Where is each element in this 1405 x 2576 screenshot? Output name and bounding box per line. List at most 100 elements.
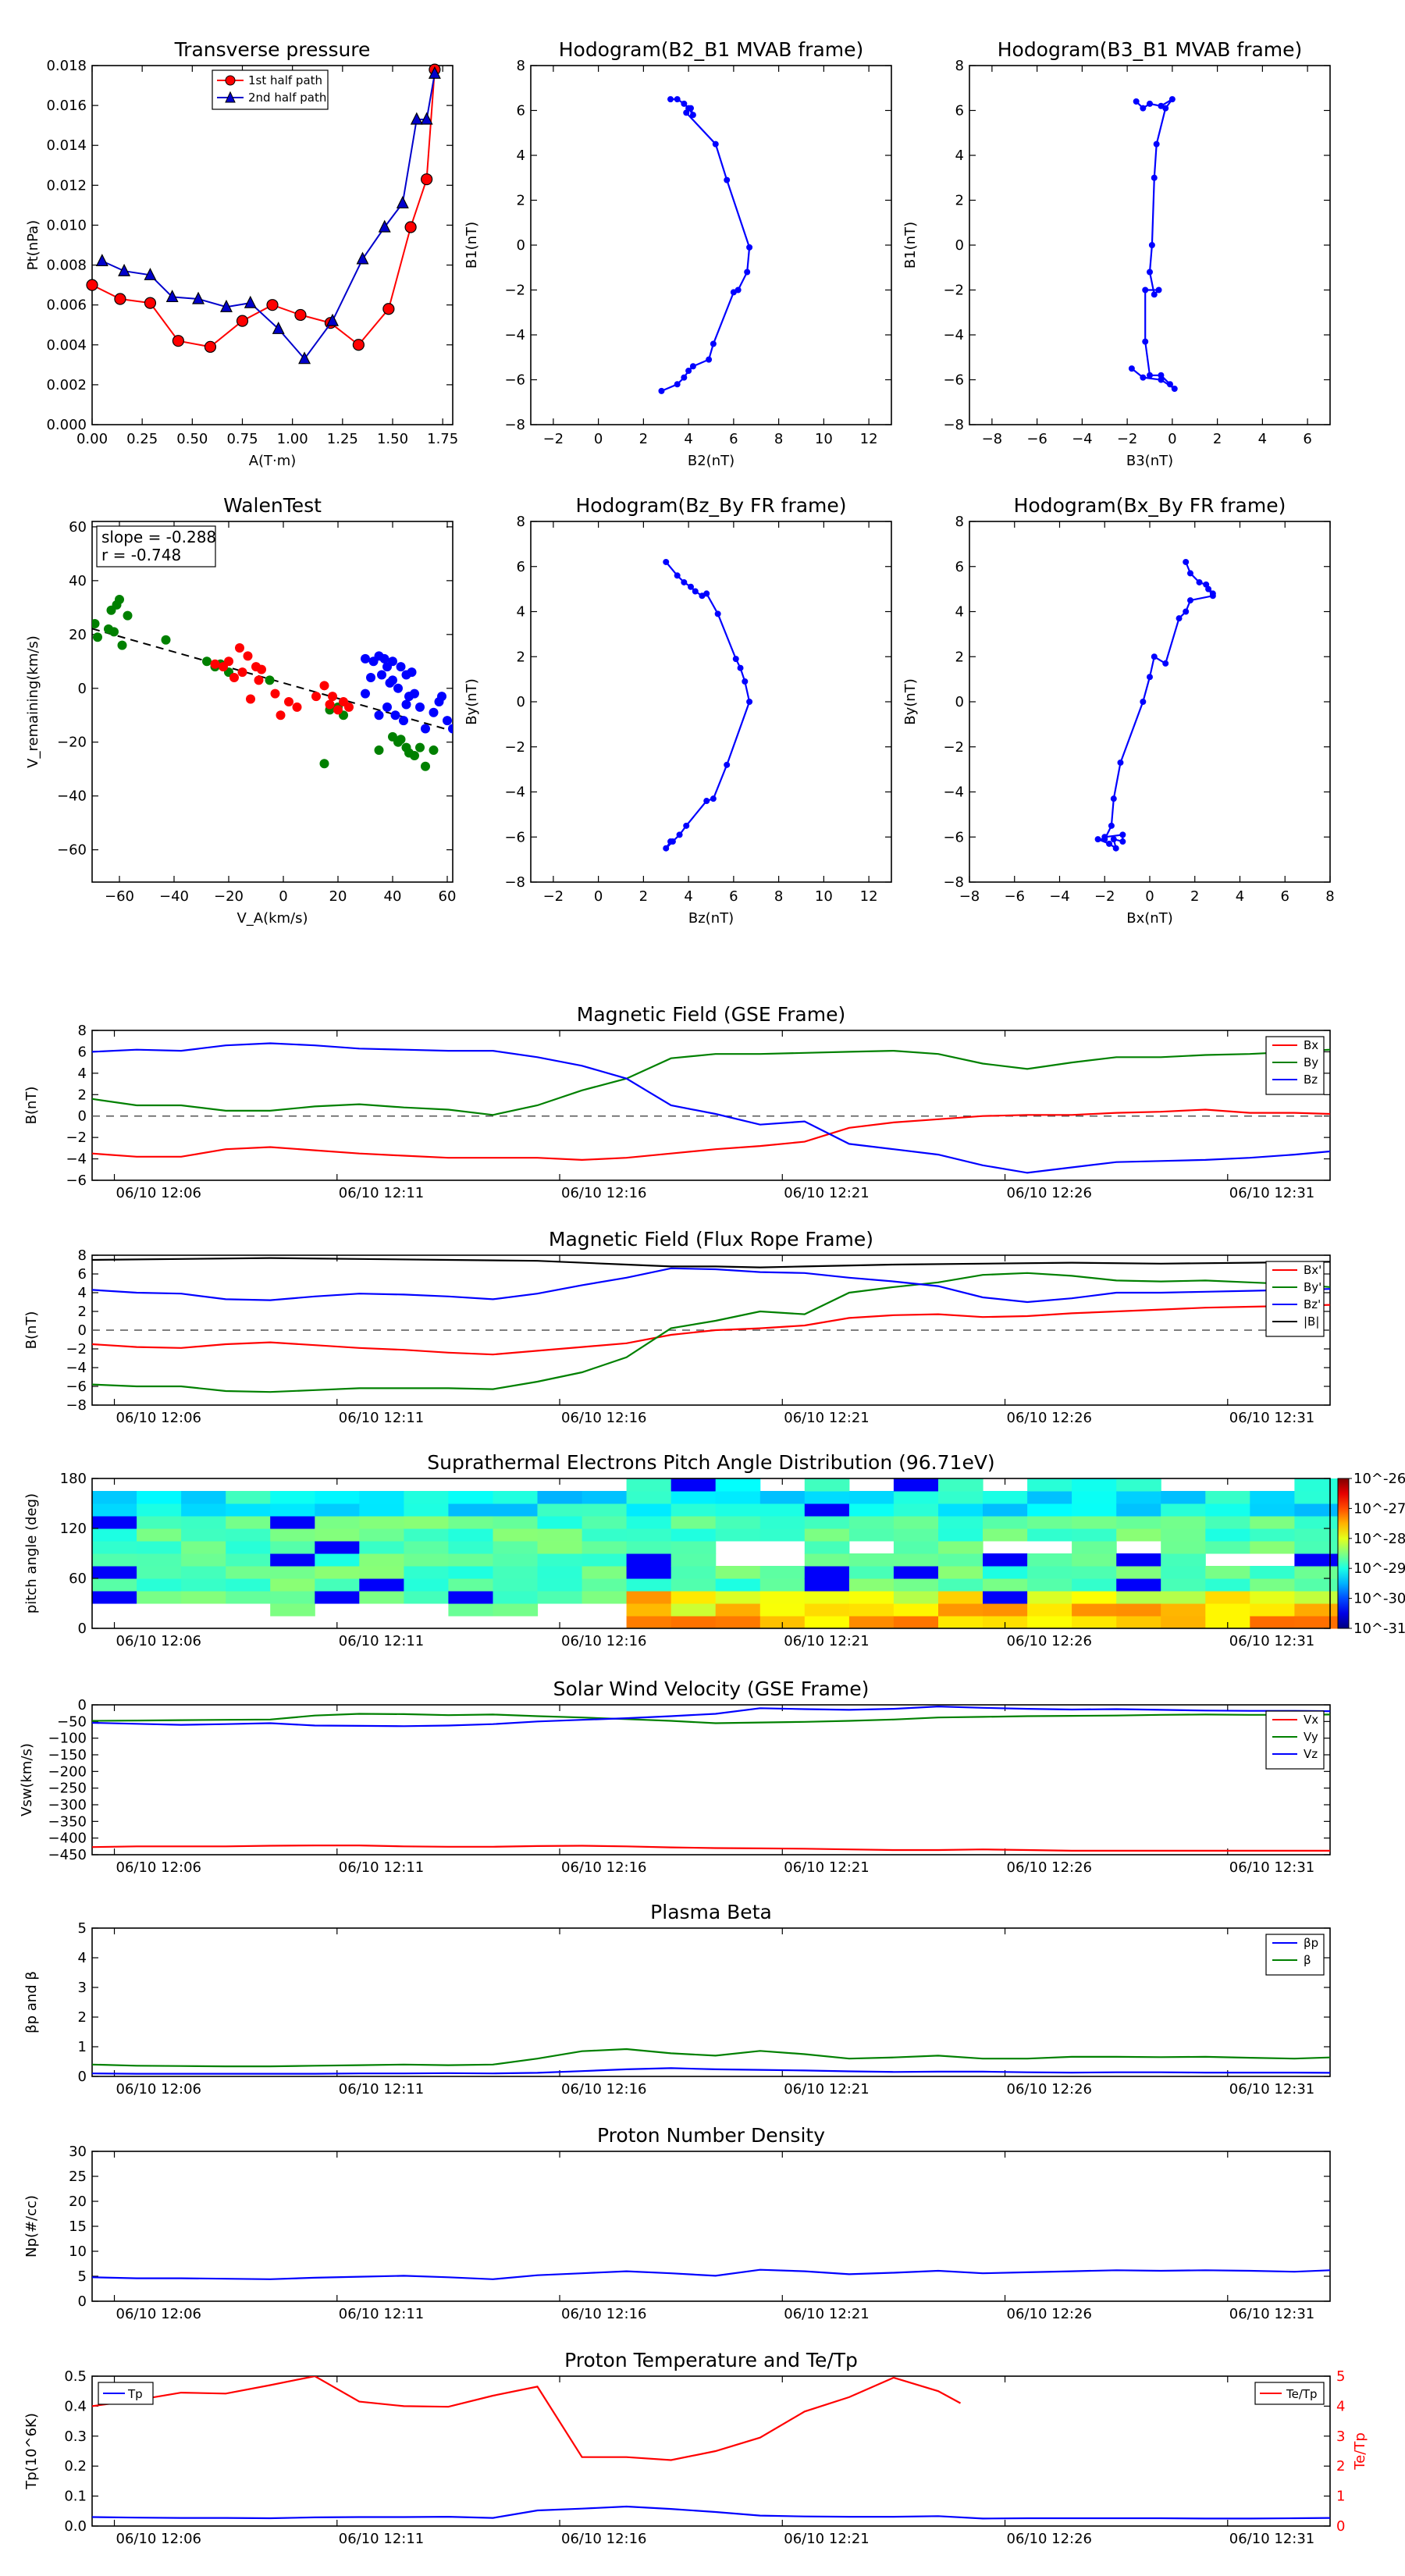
data-point-0-0-0 [86, 279, 98, 291]
heatmap-cell-18-7 [893, 1528, 939, 1542]
y-tick-label-8-1: 60 [69, 1571, 87, 1587]
colorbar-tick-2: 10^-28 [1353, 1531, 1405, 1547]
heatmap-cell-7-5 [404, 1553, 449, 1567]
y-tick-label-11-1: 5 [78, 2268, 87, 2285]
data-point-5-0-20 [1112, 845, 1119, 852]
x-tick-label-2-4: 0 [1168, 431, 1176, 447]
heatmap-cell-13-3 [670, 1578, 717, 1592]
heatmap-cell-18-10 [893, 1491, 939, 1504]
heatmap-cell-18-4 [893, 1566, 939, 1579]
heatmap-cell-6-5 [359, 1553, 404, 1567]
heatmap-cell-24-8 [1161, 1516, 1206, 1529]
scatter-point-0-8 [123, 610, 133, 621]
chart-title-10: Plasma Beta [650, 1901, 772, 1923]
heatmap-cell-24-5 [1161, 1553, 1206, 1567]
x-tick-label-1-0: −2 [543, 431, 564, 447]
heatmap-cell-2-9 [181, 1503, 226, 1517]
heatmap-cell-16-6 [804, 1541, 850, 1554]
data-point-4-0-0 [663, 558, 670, 565]
heatmap-cell-10-10 [537, 1491, 583, 1504]
data-point-2-0-20 [1128, 365, 1135, 372]
x-tick-label-2-1: −6 [1026, 431, 1048, 447]
data-point-2-0-6 [1153, 141, 1160, 148]
y-tick-label-7-4: 0 [78, 1322, 87, 1339]
scatter-point-1-15 [311, 692, 321, 702]
data-point-4-0-1 [674, 572, 681, 579]
heatmap-cell-21-9 [1027, 1503, 1072, 1517]
heatmap-cell-22-8 [1072, 1516, 1117, 1529]
y-tick-label-0-7: 0.014 [46, 137, 87, 154]
heatmap-cell-0-4 [92, 1566, 137, 1579]
chart-title-5: Hodogram(Bx_By FR frame) [1014, 494, 1286, 517]
x-tick-label-5-7: 6 [1281, 888, 1289, 905]
x-tick-label-12-0: 06/10 12:06 [116, 2531, 201, 2547]
y-tick-label-10-5: 5 [78, 1920, 87, 1937]
heatmap-cell-18-6 [893, 1541, 939, 1554]
heatmap-cell-27-4 [1294, 1566, 1339, 1579]
heatmap-cell-24-4 [1161, 1566, 1206, 1579]
heatmap-cell-8-1 [448, 1603, 493, 1617]
data-point-1-0-4 [689, 112, 696, 119]
x-axis-label-5: Bx(nT) [1126, 910, 1172, 927]
series-line-9-0 [92, 1845, 1330, 1852]
scatter-point-0-7 [109, 627, 119, 637]
x-tick-label-5-3: −2 [1094, 888, 1115, 905]
heatmap-cell-18-5 [893, 1553, 939, 1567]
y-tick-label-4-2: −4 [504, 785, 525, 801]
heatmap-cell-16-3 [804, 1578, 850, 1592]
data-point-2-0-8 [1148, 242, 1155, 248]
chart-hodogram-4: Hodogram(Bz_By FR frame) −2 0 2 4 6 8 10 12 −8 −6 −… [464, 494, 892, 927]
heatmap-cell-8-6 [448, 1541, 493, 1554]
scatter-point-2-11 [396, 662, 406, 672]
y-tick-label-10-1: 1 [78, 2039, 87, 2055]
heatmap-cell-14-1 [715, 1603, 761, 1617]
data-point-1-0-18 [674, 381, 681, 388]
y-tick-label-12-3: 0.3 [64, 2428, 87, 2445]
y-tick-label-10-2: 2 [78, 2009, 87, 2026]
chart-walen-test: WalenTest −60 −40 −20 0 20 40 60 −60 −40 −20 0 20 40 6… [25, 494, 456, 927]
heatmap-cell-2-8 [181, 1516, 226, 1529]
x-tick-label-4-1: 0 [594, 888, 603, 905]
y-tick-label-7-1: −6 [66, 1379, 87, 1395]
y-tick-label-6-5: 4 [78, 1066, 87, 1082]
data-point-0-0-6 [266, 299, 279, 311]
y2-tick-label-2: 2 [1336, 2458, 1345, 2475]
colorbar [1337, 1478, 1350, 1629]
data-point-5-0-19 [1106, 840, 1113, 847]
heatmap-cell-19-5 [938, 1553, 984, 1567]
heatmap-cell-11-4 [582, 1566, 628, 1579]
y-tick-label-5-2: −4 [943, 785, 964, 801]
annotation-text-0: slope = -0.288 [101, 528, 216, 546]
heatmap-cell-22-0 [1072, 1616, 1117, 1629]
data-point-2-0-0 [1133, 98, 1140, 105]
heatmap-cell-2-6 [181, 1541, 226, 1554]
scatter-point-1-2 [224, 656, 233, 667]
y-tick-label-11-6: 30 [69, 2144, 87, 2160]
y-tick-label-3-3: 0 [78, 681, 87, 697]
heatmap-cell-0-9 [92, 1503, 137, 1517]
y-axis-label-12: Tp(10^6K) [23, 2413, 40, 2490]
heatmap-cell-22-9 [1072, 1503, 1117, 1517]
scatter-point-0-6 [117, 640, 127, 650]
y-tick-label-9-2: −350 [48, 1813, 87, 1830]
heatmap-cell-1-9 [137, 1503, 182, 1517]
y2-tick-label-0: 0 [1336, 2518, 1345, 2535]
heatmap-cell-27-9 [1294, 1503, 1339, 1517]
data-point-2-0-7 [1151, 174, 1158, 181]
heatmap-cell-23-0 [1116, 1616, 1161, 1629]
y-axis-label-5: By(nT) [902, 678, 919, 724]
y-axis-label-3: V_remaining(km/s) [25, 635, 41, 768]
chart-plasma-beta: Plasma Beta 06/10 12:06 06/10 12:11 06/10 1… [23, 1901, 1331, 2097]
heatmap-cell-2-5 [181, 1553, 226, 1567]
data-point-2-0-18 [1158, 376, 1165, 383]
y-tick-label-4-8: 8 [517, 514, 525, 530]
data-point-5-0-18 [1094, 836, 1101, 843]
y-tick-label-0-8: 0.016 [46, 98, 87, 114]
x-tick-label-4-0: −2 [543, 888, 564, 905]
x-tick-label-5-0: −8 [959, 888, 980, 905]
series-line-7-3 [92, 1257, 1330, 1268]
heatmap-cell-20-4 [983, 1566, 1028, 1579]
heatmap-cell-26-3 [1250, 1578, 1295, 1592]
chart-solar-wind-velocity: Solar Wind Velocity (GSE Frame) 06/10 12:… [19, 1678, 1331, 1876]
data-point-0-1-12 [396, 195, 409, 208]
